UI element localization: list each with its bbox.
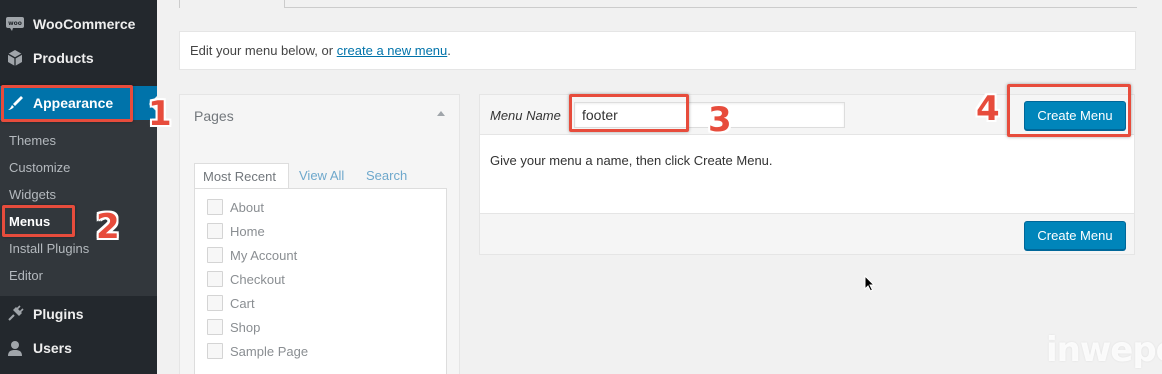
page-checkbox[interactable]	[207, 199, 223, 215]
page-item-label: Home	[230, 223, 265, 239]
submenu-themes[interactable]: Themes	[9, 133, 56, 148]
menu-instructions: Give your menu a name, then click Create…	[490, 153, 773, 168]
callout-box-appearance	[1, 85, 133, 122]
notice-suffix: .	[447, 43, 451, 58]
collapse-arrow-icon[interactable]	[437, 111, 445, 116]
page-item-label: Checkout	[230, 271, 285, 287]
tab-most-recent[interactable]: Most Recent	[194, 163, 289, 189]
nav-plugins[interactable]: Plugins	[0, 297, 157, 331]
page-item[interactable]: Home	[207, 223, 265, 239]
callout-box-menu-name	[569, 94, 689, 132]
tab-search[interactable]: Search	[366, 163, 407, 189]
admin-sidebar: woo WooCommerce Products Appearance Them…	[0, 0, 157, 374]
menu-name-label: Menu Name	[490, 108, 561, 123]
menu-footer: Create Menu	[480, 213, 1134, 254]
create-menu-button-bottom[interactable]: Create Menu	[1024, 221, 1126, 250]
users-icon	[6, 339, 24, 357]
nav-woocommerce-label: WooCommerce	[33, 16, 136, 32]
page-checkbox[interactable]	[207, 247, 223, 263]
products-icon	[6, 49, 24, 67]
active-nav-tab[interactable]	[179, 0, 285, 8]
nav-woocommerce[interactable]: woo WooCommerce	[0, 7, 157, 41]
page-item-label: Shop	[230, 319, 261, 335]
nav-users[interactable]: Users	[0, 331, 157, 365]
page-item-label: Cart	[230, 295, 255, 311]
nav-tab-strip	[179, 0, 1137, 8]
page-checkbox[interactable]	[207, 223, 223, 239]
nav-products[interactable]: Products	[0, 41, 157, 75]
woocommerce-icon: woo	[6, 15, 24, 33]
pages-checklist: About Home My Account Checkout Cart Shop…	[194, 188, 447, 374]
submenu-customize[interactable]: Customize	[9, 160, 70, 175]
notice-text: Edit your menu below, or	[190, 43, 337, 58]
page-checkbox[interactable]	[207, 295, 223, 311]
nav-users-label: Users	[33, 340, 72, 356]
step-number-4: 4	[976, 89, 1000, 129]
submenu-widgets[interactable]: Widgets	[9, 187, 56, 202]
nav-products-label: Products	[33, 50, 94, 66]
pages-metabox: Pages Most Recent View All Search About …	[179, 94, 460, 374]
page-checkbox[interactable]	[207, 319, 223, 335]
callout-box-create-menu	[1007, 84, 1131, 137]
page-item-label: My Account	[230, 247, 298, 263]
step-number-2: 2	[96, 207, 120, 247]
pages-metabox-title[interactable]: Pages	[194, 108, 234, 124]
page-item[interactable]: About	[207, 199, 264, 215]
page-item[interactable]: Sample Page	[207, 343, 308, 359]
tab-view-all[interactable]: View All	[299, 163, 344, 189]
watermark-logo: inwepo	[1046, 330, 1162, 370]
submenu-editor[interactable]: Editor	[9, 268, 43, 283]
page-item[interactable]: Cart	[207, 295, 255, 311]
mouse-cursor-icon	[864, 274, 876, 297]
woo-badge-text: woo	[8, 20, 22, 27]
plugins-icon	[6, 305, 24, 323]
edit-menu-notice: Edit your menu below, or create a new me…	[179, 31, 1136, 70]
page-item[interactable]: Shop	[207, 319, 260, 335]
page-item-label: Sample Page	[230, 343, 309, 359]
step-number-1: 1	[148, 94, 172, 134]
step-number-3: 3	[708, 100, 732, 140]
page-item[interactable]: Checkout	[207, 271, 285, 287]
page-item[interactable]: My Account	[207, 247, 297, 263]
create-new-menu-link[interactable]: create a new menu	[337, 43, 448, 58]
page-checkbox[interactable]	[207, 343, 223, 359]
callout-box-menus	[2, 205, 75, 237]
page-checkbox[interactable]	[207, 271, 223, 287]
submenu-install-plugins[interactable]: Install Plugins	[9, 241, 89, 256]
page-item-label: About	[230, 199, 264, 215]
nav-plugins-label: Plugins	[33, 306, 84, 322]
